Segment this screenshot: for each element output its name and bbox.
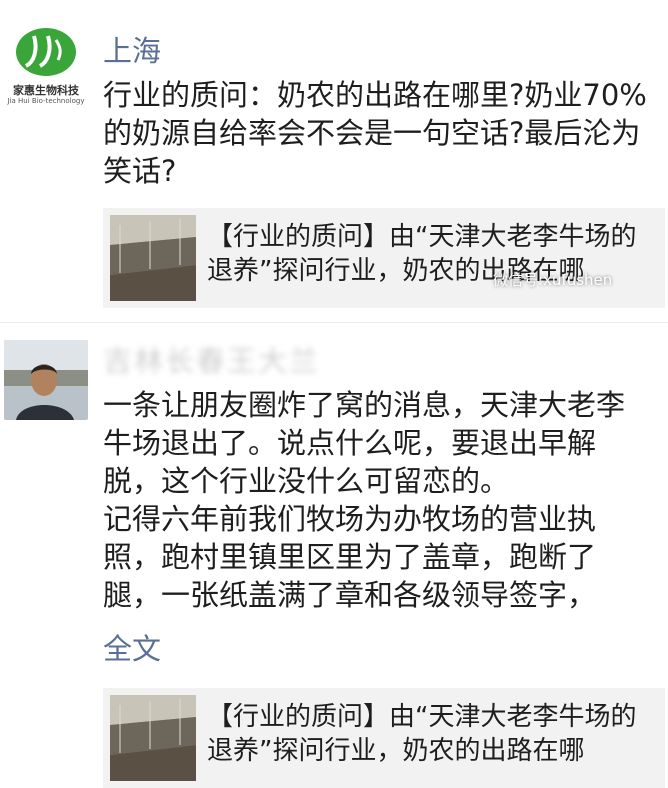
shared-link-card[interactable]: 【行业的质问】由“天津大老李牛场的退养”探问行业，奶农的出路在哪 [103, 688, 665, 788]
avatar-brand-en: Jia Hui Bio-technology [7, 97, 85, 105]
post-text: 行业的质问：奶农的出路在哪里?奶业70%的奶源自给率会不会是一句空话?最后沦为笑… [103, 76, 653, 190]
post-paragraph: 一条让朋友圈炸了窝的消息，天津大老李牛场退出了。说点什么呢，要退出早解脱，这个行… [103, 388, 626, 498]
post-paragraph: 行业的质问：奶农的出路在哪里?奶业70%的奶源自给率会不会是一句空话?最后沦为笑… [103, 78, 647, 188]
link-thumbnail [110, 215, 196, 301]
avatar[interactable]: 家惠生物科技 Jia Hui Bio-technology [4, 22, 88, 106]
avatar-photo [4, 340, 88, 420]
watermark: 微信号:xufushen [493, 271, 613, 289]
avatar[interactable] [4, 340, 88, 420]
moment-post-1: 家惠生物科技 Jia Hui Bio-technology 上海 行业的质问：奶… [0, 0, 668, 320]
username[interactable]: 上海 [103, 28, 161, 70]
avatar-brand: 家惠生物科技 [13, 84, 79, 97]
shared-link-card[interactable]: 【行业的质问】由“天津大老李牛场的退养”探问行业，奶农的出路在哪 [103, 208, 665, 308]
link-thumbnail [110, 695, 196, 781]
moment-post-2: 吉林长春王大兰 一条让朋友圈炸了窝的消息，天津大老李牛场退出了。说点什么呢，要退… [0, 322, 668, 788]
fulltext-link[interactable]: 全文 [103, 626, 161, 668]
post-text: 一条让朋友圈炸了窝的消息，天津大老李牛场退出了。说点什么呢，要退出早解脱，这个行… [103, 386, 653, 614]
post-paragraph: 记得六年前我们牧场为办牧场的营业执照，跑村里镇里区里为了盖章，跑断了腿，一张纸盖… [103, 502, 597, 612]
barn-thumbnail [110, 695, 196, 781]
link-title: 【行业的质问】由“天津大老李牛场的退养”探问行业，奶农的出路在哪 [207, 702, 637, 766]
logo-icon [16, 28, 76, 76]
username-blurred[interactable]: 吉林长春王大兰 [103, 338, 320, 380]
barn-thumbnail [110, 215, 196, 301]
